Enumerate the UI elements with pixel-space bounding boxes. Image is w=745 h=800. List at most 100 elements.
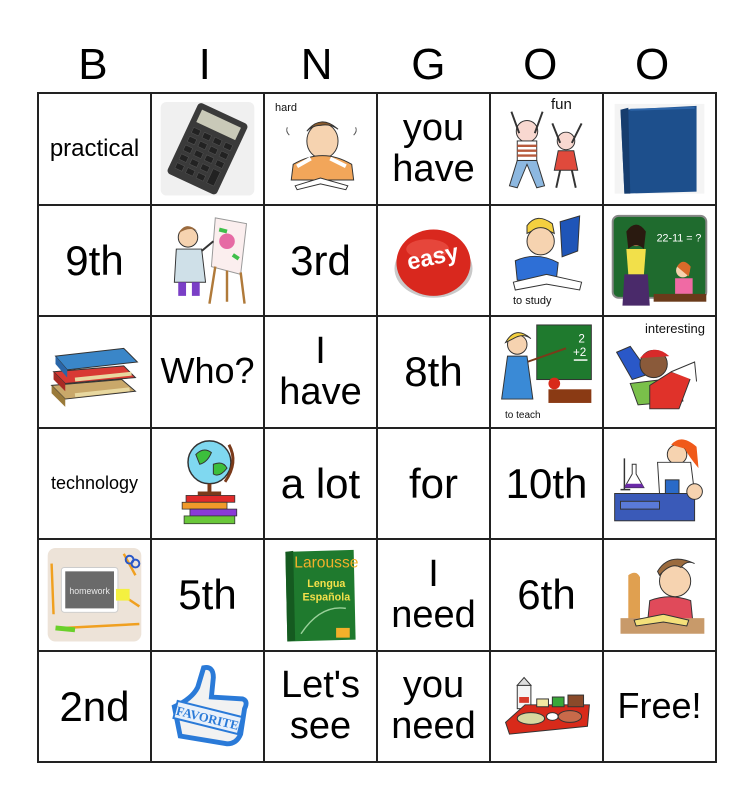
cell-text-line: I [315,329,326,372]
science-lab-icon [610,435,709,533]
cell-caption: to study [513,295,552,307]
header-letter: O [523,40,558,89]
bingo-cell[interactable]: I have [263,315,378,429]
bored-reader-icon [610,546,709,644]
bingo-cell[interactable]: you have [376,92,491,206]
bingo-cell[interactable] [150,92,265,206]
cell-text: practical [49,134,140,162]
cell-text: 3rd [290,236,351,284]
cell-text: 2nd [59,682,130,730]
bingo-cell[interactable] [37,315,152,429]
svg-text:2: 2 [578,333,585,346]
cell-text: Free! [617,684,702,726]
bingo-cell[interactable]: 2 +2 to teach [489,315,604,429]
cell-text-line: I [428,552,439,595]
cell-text: 6th [517,571,576,619]
bingo-row: practical hard you have fun [37,92,717,206]
bingo-cell[interactable]: 22-11 = ? [602,203,717,317]
cell-caption: interesting [645,321,705,336]
cell-text: Who? [160,350,255,392]
cell-text-line: Let's [280,664,361,707]
homework-tablet-icon: homework [45,546,144,644]
bingo-cell[interactable] [150,203,265,317]
svg-text:Española: Española [303,592,352,604]
bingo-header: B I N G O O [37,38,708,92]
cell-text-line: have [279,370,362,413]
bingo-cell[interactable]: homework [37,538,152,652]
bingo-cell[interactable]: technology [37,426,152,540]
stressed-student-icon [271,100,370,198]
cell-text-line: have [392,147,475,190]
teacher-chalkboard-icon: 22-11 = ? [610,212,709,310]
bingo-row: homework 5th Larousse Lengua Española I … [37,538,717,652]
svg-text:Lengua: Lengua [307,578,346,590]
globe-books-icon [158,435,257,533]
bingo-cell[interactable] [489,649,604,763]
tablet-label: homework [69,586,110,596]
bingo-cell[interactable]: fun [489,92,604,206]
cell-text: 10th [505,459,588,507]
bingo-cell[interactable]: 8th [376,315,491,429]
bingo-row: 2nd FAVORITE Let's see you need Free! [37,649,717,763]
bingo-cell[interactable]: 2nd [37,649,152,763]
bingo-cell[interactable]: to study [489,203,604,317]
cell-text-line: need [391,593,476,636]
bingo-cell[interactable]: Let's see [263,649,378,763]
cell-caption: hard [275,102,298,114]
cell-text: a lot [280,459,361,507]
bingo-cell[interactable] [602,538,717,652]
spanish-dictionary-icon: Larousse Lengua Española [271,546,370,644]
bingo-cell[interactable]: 10th [489,426,604,540]
bingo-cell[interactable]: 5th [150,538,265,652]
book-stack-icon [45,323,144,421]
blue-binder-icon [610,100,709,198]
header-letter: B [78,40,108,89]
teacher-pointing-icon: 2 +2 [497,323,596,421]
cell-text: for [408,459,458,507]
header-letter: O [634,40,670,89]
bingo-row: Who? I have 8th 2 +2 to teach interestin… [37,315,717,429]
bingo-cell[interactable] [602,92,717,206]
bingo-cell[interactable] [602,426,717,540]
bingo-cell[interactable]: you need [376,649,491,763]
dictionary-brand: Larousse [294,554,358,571]
reading-boy-icon [610,323,709,421]
bingo-cell[interactable]: practical [37,92,152,206]
header-letter: G [411,40,446,89]
cell-caption: to teach [505,409,541,421]
cell-caption: fun [551,96,572,113]
bingo-cell[interactable]: Free! [602,649,717,763]
lunch-tray-icon [497,658,596,756]
calculator-icon [158,100,257,198]
favorite-thumbs-up-icon: FAVORITE [158,658,257,756]
bingo-row: 9th 3rd easy to study 22-11 = ? [37,203,717,317]
cell-text-line: you [402,106,465,149]
bingo-cell[interactable]: 3rd [263,203,378,317]
bingo-cell[interactable]: I need [376,538,491,652]
bingo-cell[interactable]: Who? [150,315,265,429]
bingo-cell[interactable]: for [376,426,491,540]
cell-text: 8th [404,348,463,396]
svg-text:+2: +2 [573,346,586,359]
bingo-cell[interactable] [150,426,265,540]
header-letter: N [300,40,333,89]
bingo-cell[interactable]: 9th [37,203,152,317]
header-letter: I [198,40,211,89]
bingo-cell[interactable]: Larousse Lengua Española [263,538,378,652]
bingo-cell[interactable]: FAVORITE [150,649,265,763]
painting-girl-icon [158,212,257,310]
easy-button-icon: easy [384,212,483,310]
bingo-cell[interactable]: hard [263,92,378,206]
cell-text: 5th [178,571,237,619]
cell-text-line: see [289,705,352,748]
cell-text: 9th [65,236,124,284]
bingo-row: technology a lot for 10th [37,426,717,540]
bingo-cell[interactable]: 6th [489,538,604,652]
cell-text-line: you [402,664,465,707]
bingo-card: practical hard you have fun 9th 3rd easy… [37,92,717,763]
board-equation: 22-11 = ? [657,232,702,244]
jumping-kids-icon [497,100,596,198]
bingo-cell[interactable]: interesting [602,315,717,429]
bingo-cell[interactable]: easy [376,203,491,317]
bingo-cell[interactable]: a lot [263,426,378,540]
